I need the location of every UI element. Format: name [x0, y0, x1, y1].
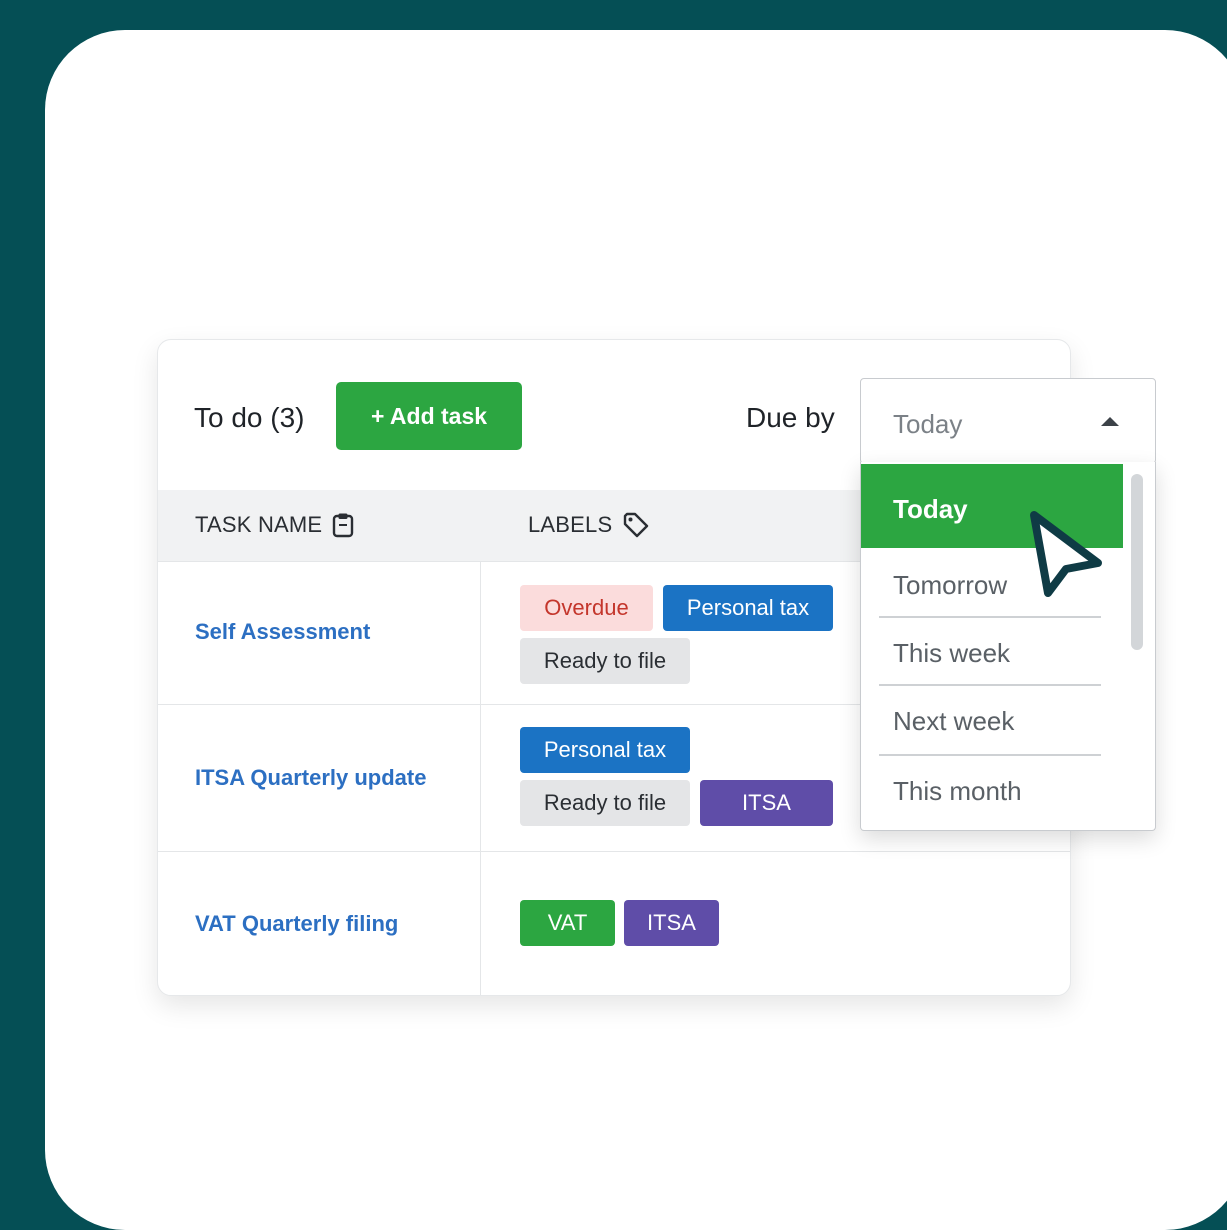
- dropdown-option-this-month[interactable]: This month: [861, 756, 1123, 828]
- due-by-select[interactable]: Today: [860, 378, 1156, 464]
- label-tag[interactable]: Overdue: [520, 585, 653, 631]
- column-header-labels[interactable]: LABELS: [528, 512, 650, 538]
- label-tag[interactable]: ITSA: [700, 780, 833, 826]
- label-tag[interactable]: VAT: [520, 900, 615, 946]
- option-label: This month: [893, 776, 1022, 806]
- label-tag[interactable]: Ready to file: [520, 638, 690, 684]
- column-header-label: LABELS: [528, 512, 613, 537]
- task-name-link[interactable]: Self Assessment: [195, 619, 370, 645]
- option-label: Today: [893, 494, 968, 524]
- mouse-cursor-icon: [1030, 511, 1102, 597]
- dropdown-option-this-week[interactable]: This week: [861, 618, 1123, 684]
- task-name-link[interactable]: ITSA Quarterly update: [195, 765, 426, 791]
- task-name-link[interactable]: VAT Quarterly filing: [195, 911, 398, 937]
- tag-icon: [624, 512, 649, 538]
- column-header-task-name[interactable]: TASK NAME: [195, 512, 354, 538]
- todo-title: To do (3): [194, 402, 305, 433]
- caret-up-icon: [1101, 417, 1119, 426]
- dropdown-option-next-week[interactable]: Next week: [861, 686, 1123, 754]
- due-by-label: Due by: [746, 402, 835, 433]
- label-tag[interactable]: Personal tax: [520, 727, 690, 773]
- option-label: This week: [893, 638, 1011, 668]
- select-value: Today: [893, 409, 963, 439]
- column-divider: [480, 705, 481, 852]
- dropdown-scrollbar[interactable]: [1131, 474, 1143, 650]
- clipboard-icon: [333, 513, 354, 538]
- column-divider: [480, 852, 481, 995]
- option-label: Tomorrow: [893, 570, 1008, 600]
- label-tag[interactable]: Personal tax: [663, 585, 833, 631]
- option-label: Next week: [893, 706, 1015, 736]
- table-row[interactable]: VAT Quarterly filing VAT ITSA: [158, 851, 1070, 995]
- label-tag[interactable]: ITSA: [624, 900, 719, 946]
- label-tag[interactable]: Ready to file: [520, 780, 690, 826]
- add-task-button[interactable]: + Add task: [336, 382, 522, 450]
- column-header-label: TASK NAME: [195, 512, 323, 537]
- column-divider: [480, 562, 481, 705]
